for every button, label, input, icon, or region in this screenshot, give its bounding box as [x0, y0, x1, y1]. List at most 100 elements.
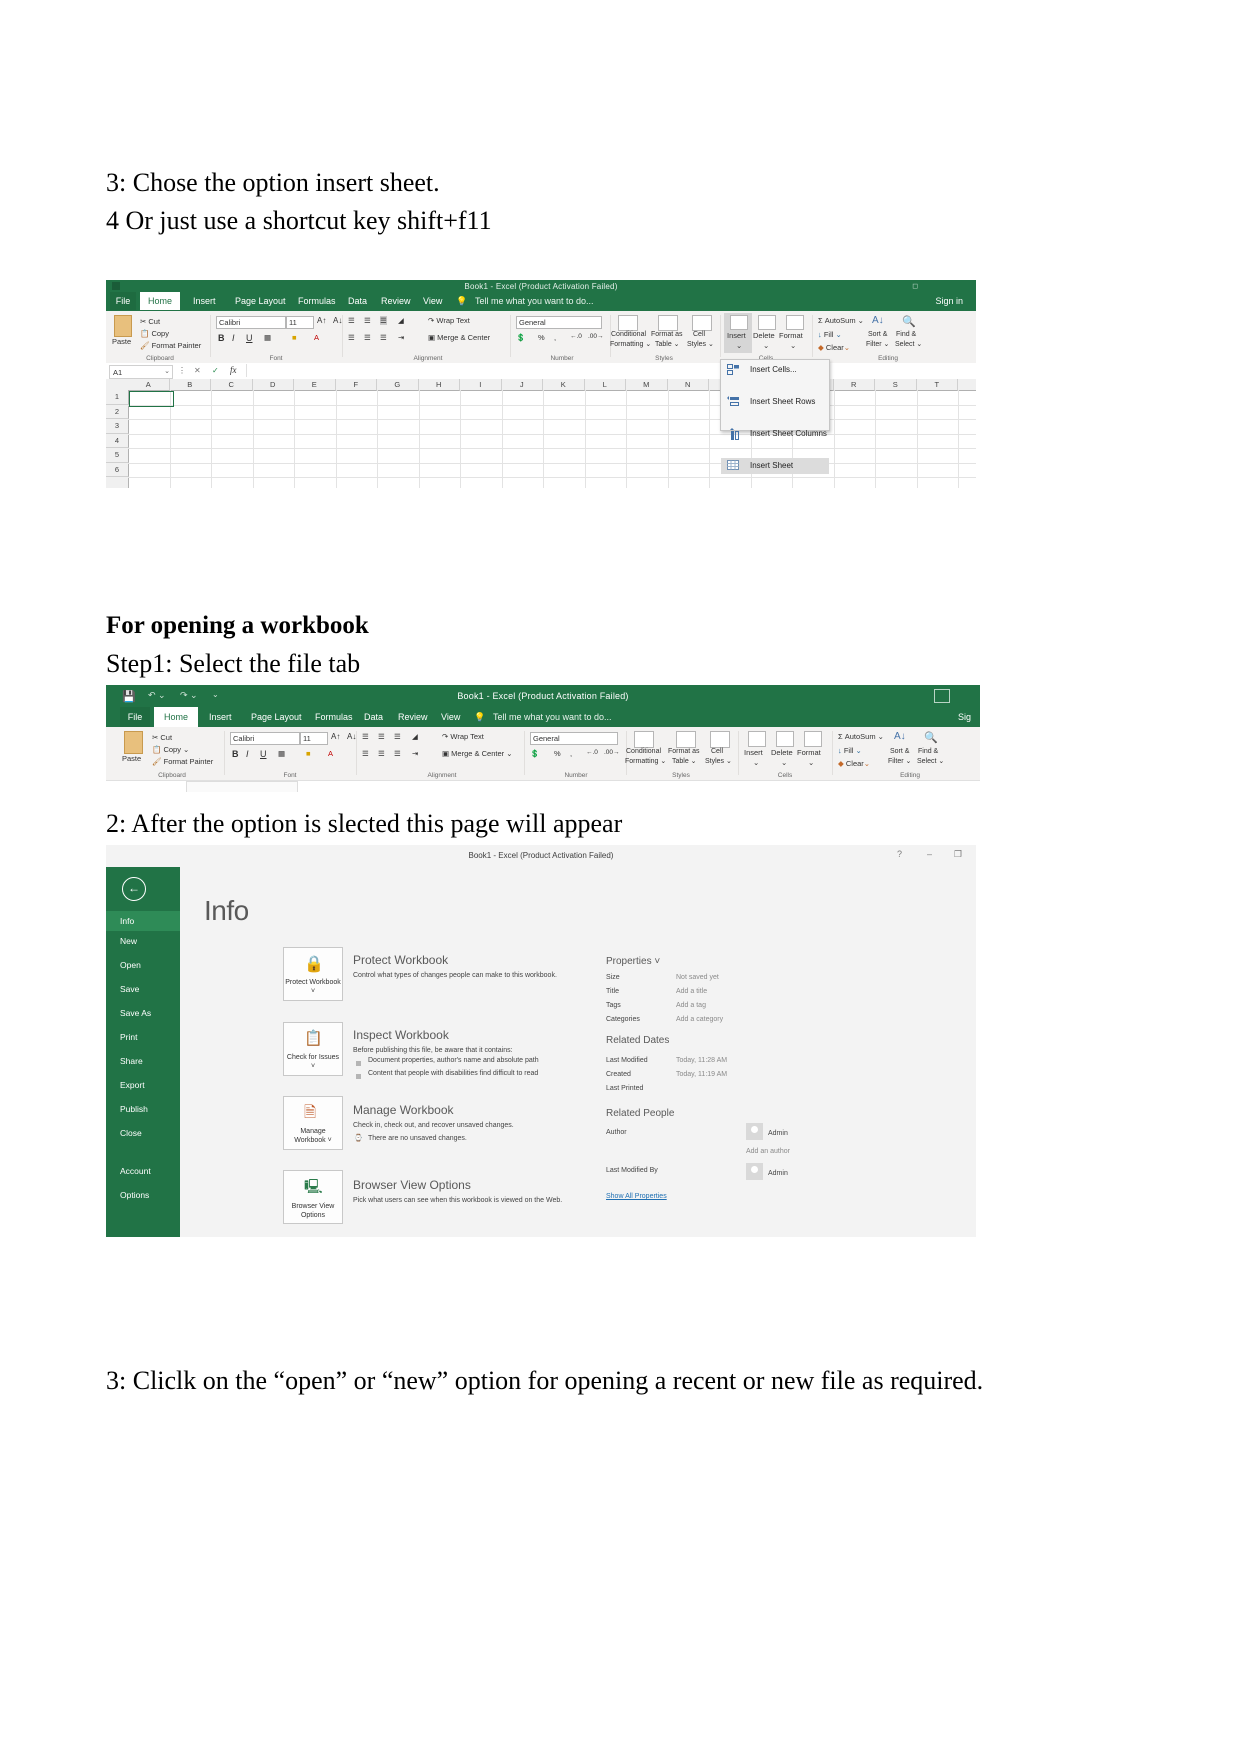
sidebar-item-save-as[interactable]: Save As — [120, 1008, 151, 1018]
insert-button-label[interactable]: Insert — [744, 748, 763, 757]
column-header-u[interactable]: U — [958, 379, 976, 391]
percent-button[interactable]: % — [554, 749, 561, 758]
menu-item-insert-sheet-rows[interactable]: Insert Sheet Rows — [721, 394, 829, 410]
column-header-e[interactable]: E — [294, 379, 336, 391]
tab-view[interactable]: View — [434, 707, 467, 727]
cell-styles-label[interactable]: Cell — [693, 331, 705, 338]
clear-button[interactable]: ◆ Clear⌄ — [818, 343, 850, 352]
format-as-table-icon[interactable] — [676, 731, 696, 748]
customize-qat-icon[interactable]: ⌄ — [212, 690, 219, 699]
orientation-icon[interactable]: ◢ — [398, 316, 404, 325]
column-header-m[interactable]: M — [626, 379, 668, 391]
redo-icon[interactable]: ↷ ⌄ — [180, 690, 198, 701]
row-header-5[interactable]: 5 — [106, 448, 129, 463]
tab-page-layout[interactable]: Page Layout — [244, 707, 309, 727]
indent-icon[interactable]: ⇥ — [412, 749, 418, 758]
italic-button[interactable]: I — [246, 749, 249, 759]
insert-function-icon[interactable]: fx — [230, 365, 237, 375]
font-color-icon[interactable]: A — [328, 749, 333, 758]
align-middle-icon[interactable]: ☰ — [364, 316, 371, 325]
property-value-categories[interactable]: Add a category — [676, 1016, 723, 1023]
align-center-icon[interactable]: ☰ — [364, 333, 371, 342]
paste-label[interactable]: Paste — [122, 754, 141, 763]
property-value-title[interactable]: Add a title — [676, 988, 707, 995]
menu-item-insert-cells[interactable]: Insert Cells... — [721, 362, 829, 378]
tab-data[interactable]: Data — [341, 292, 374, 310]
delete-button-label[interactable]: Delete — [771, 748, 793, 757]
wrap-text-button[interactable]: ↷ Wrap Text — [428, 316, 470, 325]
sidebar-item-publish[interactable]: Publish — [120, 1104, 148, 1114]
sidebar-item-share[interactable]: Share — [120, 1056, 143, 1066]
column-header-t[interactable]: T — [916, 379, 958, 391]
underline-button[interactable]: U — [246, 333, 253, 343]
comma-style-button[interactable]: , — [570, 749, 572, 758]
align-top-icon[interactable]: ☰ — [348, 316, 355, 325]
merge-center-button[interactable]: ▣ Merge & Center ⌄ — [442, 749, 513, 758]
align-right-icon[interactable]: ☰ — [394, 749, 401, 758]
format-as-table-label2[interactable]: Table ⌄ — [655, 340, 680, 348]
decrease-decimal-icon[interactable]: .00→ — [588, 333, 604, 340]
column-header-b[interactable]: B — [169, 379, 211, 391]
properties-heading[interactable]: Properties ˅ — [606, 956, 660, 967]
clear-button[interactable]: ◆ Clear⌄ — [838, 759, 870, 768]
fill-color-icon[interactable]: ■ — [306, 749, 311, 758]
currency-icon[interactable]: 💲 — [516, 333, 525, 342]
align-top-icon[interactable]: ☰ — [362, 732, 369, 741]
font-color-icon[interactable]: A — [314, 333, 319, 342]
insert-button-label[interactable]: Insert — [727, 331, 746, 340]
protect-workbook-button[interactable]: 🔒 Protect Workbook ˅ — [283, 947, 343, 1001]
format-painter-button[interactable]: 🖌 Format Painter — [140, 341, 201, 350]
property-value-tags[interactable]: Add a tag — [676, 1002, 706, 1009]
tell-me-box[interactable]: Tell me what you want to do... — [468, 292, 601, 310]
column-header-k[interactable]: K — [543, 379, 585, 391]
format-as-table-label[interactable]: Format as — [668, 748, 700, 755]
percent-button[interactable]: % — [538, 333, 545, 342]
cancel-icon[interactable]: ✕ — [194, 366, 201, 375]
autosum-button[interactable]: Σ AutoSum ⌄ — [838, 732, 884, 741]
indent-icon[interactable]: ⇥ — [398, 333, 404, 342]
underline-button[interactable]: U — [260, 749, 267, 759]
increase-decimal-icon[interactable]: ←.0 — [570, 333, 582, 340]
column-header-n[interactable]: N — [667, 379, 709, 391]
cell-styles-label2[interactable]: Styles ⌄ — [687, 340, 714, 348]
sidebar-item-info[interactable]: Info — [106, 911, 180, 931]
find-select-label[interactable]: Find & — [896, 331, 916, 338]
formula-input[interactable] — [246, 364, 974, 377]
save-icon[interactable] — [112, 282, 120, 290]
column-header-c[interactable]: C — [211, 379, 253, 391]
comma-style-button[interactable]: , — [554, 333, 556, 342]
format-painter-button[interactable]: 🖌 Format Painter — [152, 757, 213, 766]
borders-icon[interactable]: ▦ — [278, 749, 285, 758]
copy-button[interactable]: 📋 Copy — [140, 329, 169, 338]
currency-icon[interactable]: 💲 — [530, 749, 539, 758]
selected-cell-a1[interactable] — [129, 391, 174, 407]
merge-center-button[interactable]: ▣ Merge & Center — [428, 333, 490, 342]
column-header-h[interactable]: H — [418, 379, 460, 391]
column-header-f[interactable]: F — [335, 379, 377, 391]
cell-styles-icon[interactable] — [692, 315, 712, 331]
tab-review[interactable]: Review — [391, 707, 435, 727]
sort-filter-icon[interactable]: A↓ — [894, 731, 906, 742]
enter-icon[interactable]: ✓ — [212, 366, 219, 375]
sort-filter-label2[interactable]: Filter ⌄ — [866, 340, 889, 348]
column-header-l[interactable]: L — [584, 379, 626, 391]
sidebar-item-close[interactable]: Close — [120, 1128, 142, 1138]
bold-button[interactable]: B — [218, 333, 225, 343]
format-dropdown-arrow-icon[interactable]: ⌄ — [790, 341, 796, 350]
browser-view-options-button[interactable]: 🖳 Browser View Options — [283, 1170, 343, 1224]
grow-font-icon[interactable]: A↑ — [317, 316, 326, 325]
align-bottom-icon[interactable]: ☰ — [394, 732, 401, 741]
conditional-formatting-label2[interactable]: Formatting ⌄ — [625, 757, 666, 765]
format-dropdown-arrow-icon[interactable]: ⌄ — [808, 758, 814, 767]
align-left-icon[interactable]: ☰ — [362, 749, 369, 758]
tab-home[interactable]: Home — [140, 292, 180, 310]
column-header-g[interactable]: G — [377, 379, 419, 391]
save-icon[interactable]: 💾 — [122, 690, 136, 703]
row-header-6[interactable]: 6 — [106, 462, 129, 477]
tab-review[interactable]: Review — [374, 292, 418, 310]
insert-dropdown-arrow-icon[interactable]: ⌄ — [753, 758, 759, 767]
sort-filter-label[interactable]: Sort & — [890, 748, 909, 755]
align-right-icon[interactable]: ☰ — [380, 333, 387, 342]
find-select-icon[interactable]: 🔍 — [902, 315, 916, 328]
format-button-label[interactable]: Format — [797, 748, 821, 757]
